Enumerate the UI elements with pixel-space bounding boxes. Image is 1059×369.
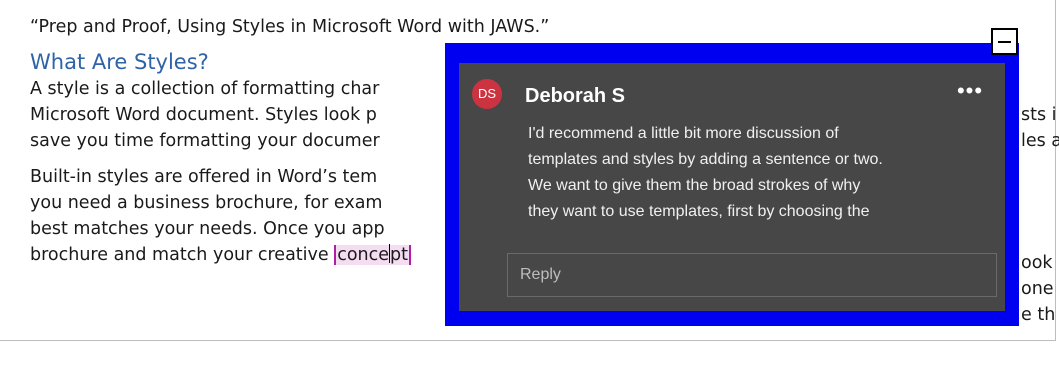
commented-word-part-1: conce [337,245,390,265]
paragraph-2-right-fragments: ook one e th [1021,250,1059,328]
comment-text: I'd recommend a little bit more discussi… [528,121,993,225]
comment-line-3: We want to give them the broad strokes o… [528,177,861,194]
paragraph-2-right-2: one [1021,279,1054,299]
more-options-icon[interactable]: ••• [954,80,986,105]
paragraph-1-right-1: sts i [1021,105,1057,125]
paragraph-2-line-4-text: brochure and match your creative [30,245,335,265]
paragraph-2-right-1: ook [1021,253,1053,273]
comment-author: Deborah S [525,85,626,107]
comment-line-1: I'd recommend a little bit more discussi… [528,125,839,142]
paragraph-2-right-3: e th [1021,305,1056,325]
comment-line-4: they want to use templates, first by cho… [528,203,870,220]
reply-input[interactable]: Reply [507,253,997,297]
comment-card[interactable]: DS Deborah S ••• I'd recommend a little … [459,63,1005,311]
comment-line-2: templates and styles by adding a sentenc… [528,151,883,168]
commented-word-part-2: pt [390,245,409,265]
avatar: DS [472,79,502,109]
commented-word[interactable]: concept [334,244,412,265]
paragraph-1-right-2: les a [1021,131,1059,151]
minus-icon [998,41,1011,43]
paragraph-1-right-fragments: sts i les a [1021,102,1059,154]
collapse-comment-button[interactable] [991,28,1018,55]
